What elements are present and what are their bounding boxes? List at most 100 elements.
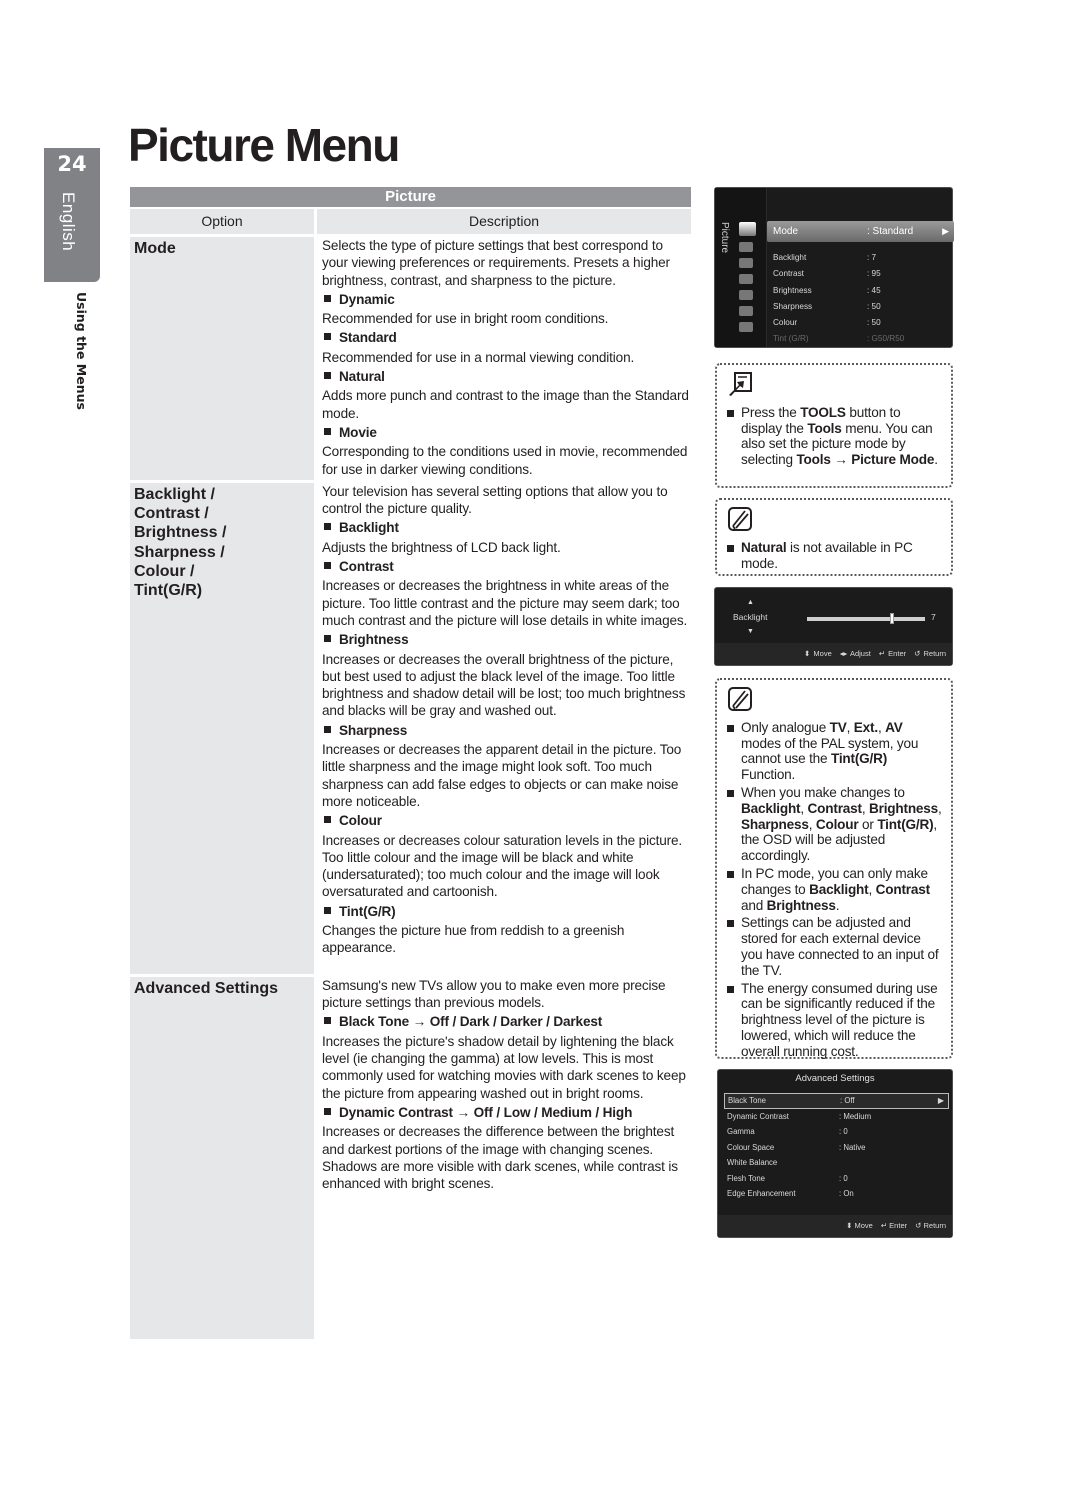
backlight-slider-knob[interactable] (889, 613, 894, 624)
bullet-square-icon (324, 562, 331, 570)
input-category-icon (739, 290, 753, 300)
osd-mode-label: Mode (773, 226, 799, 237)
arrow-right-icon: ▶ (942, 226, 949, 236)
bold-term: Ext. (853, 719, 878, 735)
description-cell: Samsung's new TVs allow you to make even… (317, 977, 691, 1339)
osd-menu-item[interactable]: Colour Space: Native (724, 1140, 949, 1156)
osd-item-label: Brightness (773, 285, 812, 295)
bold-term: TOOLS (800, 404, 846, 420)
option-name: Mode (134, 240, 176, 257)
bullet-square-icon (727, 724, 734, 732)
osd-item-value: : On (839, 1189, 854, 1198)
text-run: Press the (741, 404, 801, 420)
osd-menu-item[interactable]: Black Tone: Off ▶ (724, 1093, 949, 1109)
key-guide-item: ↵ Enter (880, 1221, 908, 1230)
osd-menu-item[interactable]: Backlight : 7 (773, 250, 948, 266)
osd-menu-item[interactable]: Colour: 50 (773, 315, 948, 331)
osd-item-label: Backlight (773, 253, 807, 262)
table-row: Advanced Settings Samsung's new TVs allow… (130, 976, 691, 1339)
bold-term: Contrast (807, 800, 862, 816)
note-bullet: In PC mode, you can only make changes to… (725, 866, 943, 913)
sub-option-description: Changes the picture hue from reddish to … (322, 922, 625, 956)
text-run: , (868, 881, 876, 897)
page-title: Picture Menu (128, 119, 400, 171)
bullet-square-icon (324, 725, 331, 733)
bullet-square-icon (324, 1017, 331, 1025)
osd-menu-item[interactable]: White Balance (724, 1155, 949, 1171)
text-run: , (846, 719, 854, 735)
natural-note-text: Natural is not available in PC mode. (725, 540, 943, 572)
osd-menu-item[interactable]: Brightness: 45 (773, 283, 948, 299)
arrow-down-icon: ▼ (747, 628, 754, 635)
key-guide-item: ⬍ Move (846, 1221, 873, 1230)
option-name: Brightness / (134, 524, 227, 542)
osd-menu-item[interactable]: Sharpness: 50 (773, 299, 948, 315)
option-cell: Backlight / Contrast / Brightness / Sharpne… (130, 482, 314, 974)
bold-term: Tint(G/R) (830, 751, 888, 767)
osd-advanced-items: Black Tone: Off ▶ Dynamic Contrast: Medium… (724, 1093, 949, 1202)
osd-menu-item[interactable]: Edge Enhancement : On (724, 1186, 949, 1202)
osd-menu-item[interactable]: Contrast : 95 (773, 266, 948, 282)
osd-item-label: Gamma (727, 1127, 755, 1136)
osd-item-value: : Medium (839, 1111, 872, 1121)
osd-item-label: Tint (G/R) (773, 334, 809, 344)
osd-item-label: Black Tone (728, 1096, 766, 1105)
text-run: , (800, 800, 808, 816)
osd-menu-item[interactable]: Flesh Tone: 0 (724, 1171, 949, 1187)
osd-advanced-title: Advanced Settings (795, 1073, 875, 1084)
sub-option-description: Corresponding to the conditions used in … (322, 444, 688, 477)
picture-category-icon (739, 222, 756, 236)
sub-option-name: Contrast (339, 559, 394, 575)
text-run: When you make changes to (741, 784, 905, 800)
osd-key-guide: ⬍ Move ◂▸ Adjust ↵ Enter ↺ Return (715, 643, 952, 665)
bullet-square-icon (324, 333, 331, 341)
sub-option-description: Recommended for use in bright room condi… (322, 311, 609, 327)
sub-option-name: Backlight (339, 520, 399, 536)
backlight-slider-track[interactable] (807, 613, 925, 624)
page-side-tab: 24 English (44, 148, 100, 282)
bullet-square-icon (727, 985, 734, 993)
text-run: Settings can be adjusted and stored for … (741, 915, 939, 978)
sub-option-heading: Backlight (322, 519, 691, 536)
sub-option-heading: Sharpness (322, 722, 691, 739)
description-intro: Samsung's new TVs allow you to make even… (322, 977, 666, 1011)
osd-item-value: : Off (840, 1096, 855, 1105)
table-row: Mode Selects the type of picture settings… (130, 237, 691, 480)
note-text: When you make changes to Backlight, Cont… (741, 785, 942, 863)
arrow-up-icon: ▲ (747, 599, 754, 606)
text-run: . (934, 452, 938, 468)
description-intro: Selects the type of picture settings tha… (322, 238, 670, 288)
key-guide-item: ↺ Return (915, 1221, 946, 1230)
osd-item-label: Colour Space (727, 1142, 775, 1152)
osd-item-label: Edge Enhancement (727, 1189, 796, 1198)
backlight-value: 7 (931, 612, 936, 622)
sub-option-heading: Brightness (322, 631, 691, 648)
bullet-square-icon (324, 635, 331, 643)
osd-item-value: : 95 (867, 269, 881, 279)
osd-item-value: : 7 (867, 253, 877, 262)
note-text: The energy consumed during use can be si… (741, 981, 938, 1059)
sub-option-heading: Standard (322, 329, 691, 346)
osd-item-value: : 0 (839, 1173, 848, 1183)
sub-option-name: Natural (339, 369, 385, 385)
note-bullet: Only analogue TV, Ext., AV modes of the … (725, 720, 943, 783)
option-name: Advanced Settings (134, 979, 279, 997)
osd-menu-item[interactable]: Tint (G/R): G50/R50 (773, 331, 948, 347)
osd-category-icons (739, 222, 757, 338)
natural-note: Natural is not available in PC mode. (715, 498, 953, 576)
sub-option-heading: Contrast (322, 558, 691, 575)
sub-option-description: Adjusts the brightness of LCD back light… (322, 539, 561, 555)
osd-item-value: : 50 (867, 318, 881, 328)
text-run: or (858, 816, 878, 832)
text-run: modes of the PAL system, you cannot use … (741, 735, 919, 767)
osd-menu-item[interactable]: Dynamic Contrast: Medium (724, 1109, 949, 1125)
note-icon (728, 507, 752, 531)
bullet-square-icon (727, 789, 734, 797)
text-run: The energy consumed during use can be si… (741, 980, 938, 1059)
bold-term: Natural (741, 539, 787, 555)
osd-item-label: Contrast (773, 269, 804, 279)
osd-menu-item[interactable]: Gamma: 0 (724, 1124, 949, 1140)
sound-category-icon (739, 242, 753, 252)
application-category-icon (739, 306, 753, 316)
osd-mode-value: : Standard (867, 226, 914, 237)
